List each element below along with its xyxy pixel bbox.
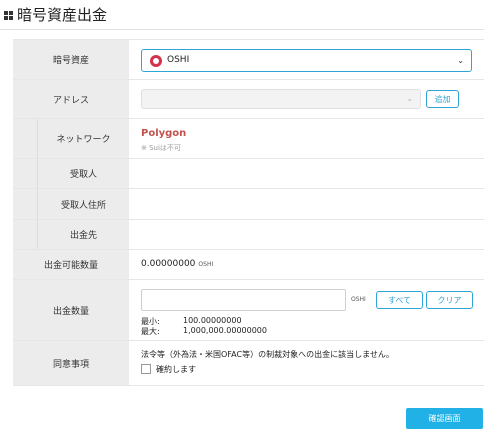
available-row: 出金可能数量 0.00000000 OSHI — [13, 250, 484, 280]
amount-label: 出金数量 — [13, 280, 129, 340]
recipient-label: 受取人 — [37, 159, 129, 188]
grid-icon — [4, 11, 13, 20]
consent-checkbox[interactable] — [141, 364, 151, 374]
asset-row: 暗号資産 OSHI ⌄ — [13, 40, 484, 80]
asset-label: 暗号資産 — [13, 40, 129, 79]
recipient-address-label: 受取人住所 — [37, 189, 129, 219]
min-value: 100.00000000 — [183, 316, 242, 325]
amount-unit: OSHI — [351, 296, 366, 303]
amount-row: 出金数量 OSHI すべて クリア 最小: 100.00000000 最大: 1… — [13, 280, 484, 341]
available-unit: OSHI — [198, 261, 214, 268]
max-limit: 最大: 1,000,000.00000000 — [141, 326, 267, 337]
available-amount: 0.00000000 OSHI — [141, 259, 213, 269]
network-value: Polygon — [141, 128, 187, 139]
confirm-button[interactable]: 確認画面 — [406, 408, 483, 429]
network-label: ネットワーク — [37, 119, 129, 158]
add-address-button[interactable]: 追加 — [426, 90, 459, 108]
asset-select[interactable]: OSHI ⌄ — [141, 49, 472, 72]
network-row: ネットワーク Polygon ※ Suiは不可 — [13, 119, 484, 159]
clear-button[interactable]: クリア — [426, 291, 473, 309]
recipient-address-row: 受取人住所 — [13, 189, 484, 220]
available-label: 出金可能数量 — [13, 250, 129, 279]
network-note: ※ Suiは不可 — [141, 144, 181, 152]
chevron-down-icon: ⌄ — [457, 56, 464, 65]
amount-input[interactable] — [141, 289, 346, 311]
max-value: 1,000,000.00000000 — [183, 326, 267, 335]
page-header: 暗号資産出金 — [0, 0, 484, 30]
all-button[interactable]: すべて — [376, 291, 423, 309]
min-label: 最小: — [141, 317, 160, 326]
destination-label: 出金先 — [37, 220, 129, 249]
recipient-row: 受取人 — [13, 159, 484, 189]
address-row: アドレス ⌄ 追加 — [13, 80, 484, 119]
withdrawal-form: 暗号資産 OSHI ⌄ アドレス ⌄ 追加 ネットワーク Polygon ※ S… — [13, 39, 484, 386]
consent-label: 同意事項 — [13, 341, 129, 385]
chevron-down-icon: ⌄ — [406, 94, 413, 103]
consent-checkbox-label[interactable]: 確約します — [156, 364, 196, 375]
address-label: アドレス — [13, 80, 129, 118]
consent-row: 同意事項 法令等（外為法・米国OFAC等）の制裁対象への出金に該当しません。 確… — [13, 341, 484, 386]
page-title: 暗号資産出金 — [17, 6, 108, 24]
oshi-coin-icon — [150, 55, 162, 67]
destination-row: 出金先 — [13, 220, 484, 250]
consent-text: 法令等（外為法・米国OFAC等）の制裁対象への出金に該当しません。 — [141, 350, 394, 359]
available-value: 0.00000000 — [141, 259, 196, 269]
address-select[interactable]: ⌄ — [141, 89, 421, 109]
max-label: 最大: — [141, 327, 160, 336]
asset-selected-value: OSHI — [167, 55, 190, 65]
